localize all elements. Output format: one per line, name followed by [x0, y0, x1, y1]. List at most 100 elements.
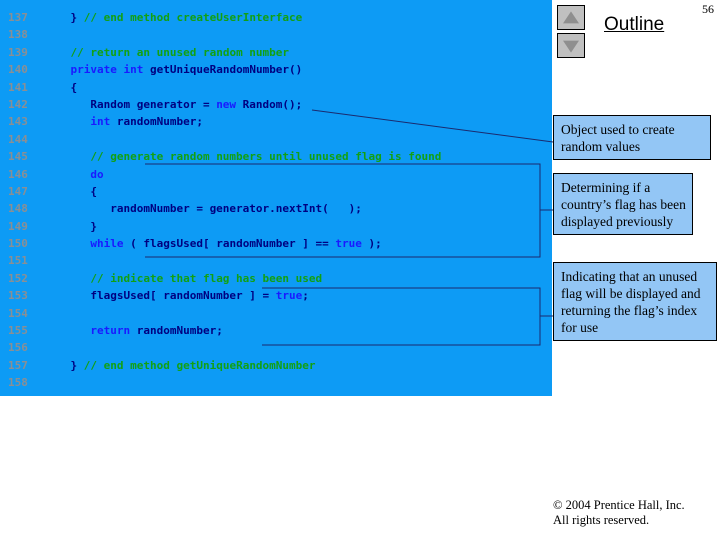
nav-down-button[interactable]: [557, 33, 585, 58]
code-line: 154: [0, 305, 552, 322]
code-text: } // end method createUserInterface: [44, 9, 302, 26]
line-number: 149: [8, 219, 28, 233]
line-number: 143: [8, 115, 28, 129]
callout-box: Object used to create random values: [553, 115, 711, 160]
code-line: 148 randomNumber = generator.nextInt( );: [0, 200, 552, 217]
code-token: // return an unused random number: [70, 45, 290, 59]
code-text: private int getUniqueRandomNumber(): [44, 61, 303, 78]
footer-copyright: © 2004 Prentice Hall, Inc.: [553, 498, 685, 512]
line-number: 150: [8, 237, 28, 251]
code-line: 149 }: [0, 218, 552, 235]
outline-title: Outline: [604, 14, 665, 35]
line-number: 145: [8, 150, 28, 164]
code-token: true: [335, 237, 362, 251]
code-text: while ( flagsUsed[ randomNumber ] == tru…: [44, 235, 382, 252]
code-token: flagsUsed[ randomNumber ] =: [44, 289, 276, 303]
code-token: int: [90, 115, 111, 129]
code-token: do: [90, 167, 104, 181]
slide-root: 137 } // end method createUserInterface 1…: [0, 0, 720, 540]
line-number: 152: [8, 271, 28, 285]
code-text: flagsUsed[ randomNumber ] = true;: [44, 287, 309, 304]
line-number: 154: [8, 306, 28, 320]
code-token: // end method getUniqueRandomNumber: [83, 358, 316, 372]
callout-box: Indicating that an unused flag will be d…: [553, 262, 717, 341]
line-number: 146: [8, 167, 28, 181]
code-text: // return an unused random number: [44, 44, 290, 61]
code-line: 155 return randomNumber;: [0, 322, 552, 339]
code-line: 152 // indicate that flag has been used: [0, 270, 552, 287]
code-text: randomNumber = generator.nextInt( );: [44, 200, 362, 217]
code-text: Random generator = new Random();: [44, 96, 302, 113]
code-panel: 137 } // end method createUserInterface 1…: [0, 0, 552, 396]
code-line: 150 while ( flagsUsed[ randomNumber ] ==…: [0, 235, 552, 252]
code-token: randomNumber;: [110, 115, 203, 129]
line-number: 148: [8, 202, 28, 216]
code-line: 156: [0, 339, 552, 356]
code-text: int randomNumber;: [44, 113, 203, 130]
code-token: {: [44, 80, 78, 94]
code-token: randomNumber = generator.nextInt( );: [44, 202, 362, 216]
code-line: 141 {: [0, 79, 552, 96]
line-number: 144: [8, 132, 28, 146]
line-number: 157: [8, 358, 28, 372]
code-line: 139 // return an unused random number: [0, 44, 552, 61]
nav-up-button[interactable]: [557, 5, 585, 30]
code-line: 158: [0, 374, 552, 391]
code-token: getUniqueRandomNumber(): [143, 63, 303, 77]
code-token: ;: [302, 289, 309, 303]
code-line: 151: [0, 252, 552, 269]
code-token: }: [44, 358, 84, 372]
line-number: 151: [8, 254, 28, 268]
line-number: 158: [8, 376, 28, 390]
code-token: );: [361, 237, 382, 251]
code-token: Random generator =: [44, 97, 217, 111]
line-number: 147: [8, 184, 28, 198]
code-line: 147 {: [0, 183, 552, 200]
code-text: {: [44, 79, 77, 96]
line-number: 156: [8, 341, 28, 355]
code-token: return: [90, 324, 131, 338]
code-token: private int: [70, 63, 144, 77]
line-number: 140: [8, 63, 28, 77]
code-token: // end method createUserInterface: [83, 11, 303, 24]
page-number: 56: [702, 2, 714, 16]
code-token: ( flagsUsed[ randomNumber ] ==: [123, 237, 336, 251]
code-text: }: [44, 218, 97, 235]
code-line: 145 // generate random numbers until unu…: [0, 148, 552, 165]
footer: © 2004 Prentice Hall, Inc. All rights re…: [553, 498, 718, 528]
line-number: 142: [8, 97, 28, 111]
code-text: // indicate that flag has been used: [44, 270, 322, 287]
triangle-down-icon: [563, 40, 579, 53]
line-number: 141: [8, 80, 28, 94]
code-text: } // end method getUniqueRandomNumber: [44, 357, 316, 374]
code-token: }: [44, 11, 84, 24]
line-number: 153: [8, 289, 28, 303]
code-token: // generate random numbers until unused …: [90, 150, 442, 164]
callout-box: Determining if a country’s flag has been…: [553, 173, 693, 235]
code-token: true: [275, 289, 303, 303]
code-line: 153 flagsUsed[ randomNumber ] = true;: [0, 287, 552, 304]
code-text: {: [44, 183, 97, 200]
code-token: {: [44, 184, 97, 198]
code-token: while: [90, 237, 124, 251]
code-line: 146 do: [0, 166, 552, 183]
triangle-up-icon: [563, 10, 579, 23]
code-line: 157 } // end method getUniqueRandomNumbe…: [0, 357, 552, 374]
code-line: 137 } // end method createUserInterface: [0, 9, 552, 26]
line-number: 155: [8, 324, 28, 338]
code-token: // indicate that flag has been used: [90, 271, 323, 285]
code-listing: 137 } // end method createUserInterface 1…: [0, 9, 552, 392]
footer-rights: All rights reserved.: [553, 513, 650, 527]
code-token: Random();: [236, 97, 303, 111]
code-line: 143 int randomNumber;: [0, 113, 552, 130]
code-text: return randomNumber;: [44, 322, 223, 339]
code-token: randomNumber;: [130, 324, 223, 338]
line-number: 138: [8, 28, 28, 42]
code-line: 142 Random generator = new Random();: [0, 96, 552, 113]
slide-header: Outline 56: [552, 0, 720, 60]
line-number: 139: [8, 45, 28, 59]
